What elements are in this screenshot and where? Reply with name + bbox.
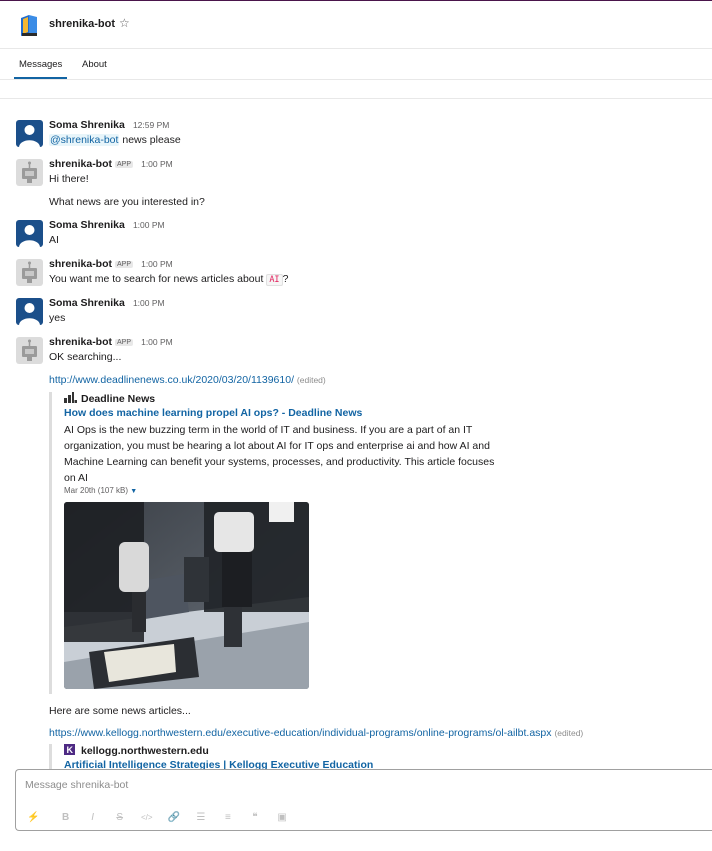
author-name[interactable]: Soma Shrenika xyxy=(49,119,125,131)
message-input[interactable] xyxy=(25,779,665,791)
author-name[interactable]: shrenika-bot xyxy=(49,258,112,270)
svg-text:K: K xyxy=(67,745,74,755)
edited-label: (edited) xyxy=(296,375,326,385)
preview-meta: Mar 20th (107 kB) ▼ xyxy=(64,486,137,495)
user-avatar-icon xyxy=(19,125,40,147)
avatar[interactable] xyxy=(16,337,43,364)
tab-bar: Messages About xyxy=(0,49,712,80)
timestamp[interactable]: 12:59 PM xyxy=(133,120,169,130)
avatar[interactable] xyxy=(16,120,43,147)
timestamp[interactable]: 1:00 PM xyxy=(141,159,173,169)
avatar[interactable] xyxy=(16,298,43,325)
preview-site: Deadline News xyxy=(64,392,155,406)
message-body: ? xyxy=(282,273,289,285)
message-header: shrenika-bot APP 1:00 PM xyxy=(49,258,173,272)
kellogg-icon: K xyxy=(64,744,75,755)
italic-icon[interactable]: I xyxy=(85,810,100,825)
bot-avatar-icon xyxy=(22,339,37,361)
link-icon[interactable]: 🔗 xyxy=(166,810,181,825)
preview-title[interactable]: How does machine learning propel AI ops?… xyxy=(64,407,362,419)
timestamp[interactable]: 1:00 PM xyxy=(141,337,173,347)
author-name[interactable]: shrenika-bot xyxy=(49,336,112,348)
file-meta: Mar 20th (107 kB) xyxy=(64,486,129,495)
edited-label: (edited) xyxy=(554,728,584,738)
blockquote-icon[interactable]: ❝ xyxy=(248,810,263,825)
message-feed[interactable]: Soma Shrenika 12:59 PM @shrenika-bot new… xyxy=(0,99,712,769)
strikethrough-icon[interactable]: S xyxy=(112,810,127,825)
message-text: OK searching... xyxy=(49,351,122,363)
timestamp[interactable]: 1:00 PM xyxy=(141,259,173,269)
site-name: Deadline News xyxy=(81,393,156,405)
preview-image[interactable] xyxy=(64,502,309,689)
author-name[interactable]: Soma Shrenika xyxy=(49,219,125,231)
shortcuts-bolt-icon[interactable]: ⚡ xyxy=(26,810,41,825)
channel-title[interactable]: shrenika-bot xyxy=(49,18,115,30)
message-body: news please xyxy=(119,134,181,146)
avatar[interactable] xyxy=(16,220,43,247)
channel-header: shrenika-bot ☆ xyxy=(0,0,712,49)
chevron-down-icon[interactable]: ▼ xyxy=(130,488,137,495)
message-text: @shrenika-bot news please xyxy=(49,134,181,146)
code-icon[interactable]: </> xyxy=(139,810,154,825)
code-block-icon[interactable]: ▣ xyxy=(275,810,290,825)
app-badge: APP xyxy=(115,339,134,346)
book-logo-icon xyxy=(21,15,37,36)
app-badge: APP xyxy=(115,261,134,268)
site-name: kellogg.northwestern.edu xyxy=(81,745,209,757)
message-text: Hi there! xyxy=(49,173,89,185)
article-link[interactable]: http://www.deadlinenews.co.uk/2020/03/20… xyxy=(49,374,294,386)
bulleted-list-icon[interactable]: ≡ xyxy=(220,810,235,825)
timestamp[interactable]: 1:00 PM xyxy=(133,298,165,308)
ordered-list-icon[interactable]: ☰ xyxy=(193,810,208,825)
message-header: shrenika-bot APP 1:00 PM xyxy=(49,336,173,350)
preview-site: Kkellogg.northwestern.edu xyxy=(64,744,209,758)
preview-description: AI Ops is the new buzzing term in the wo… xyxy=(64,424,495,484)
preview-title[interactable]: Artificial Intelligence Strategies | Kel… xyxy=(64,759,373,769)
message-link-row: http://www.deadlinenews.co.uk/2020/03/20… xyxy=(49,374,326,386)
author-name[interactable]: shrenika-bot xyxy=(49,158,112,170)
link-preview: Kkellogg.northwestern.edu Artificial Int… xyxy=(49,744,509,769)
message-text: You want me to search for news articles … xyxy=(49,273,289,286)
message-link-row: https://www.kellogg.northwestern.edu/exe… xyxy=(49,727,583,739)
active-tab-indicator xyxy=(14,77,67,79)
inline-code: AI xyxy=(266,274,283,286)
message-composer: ⚡ B I S </> 🔗 ☰ ≡ ❝ ▣ xyxy=(15,769,712,831)
bot-avatar-icon xyxy=(22,261,37,283)
link-preview: Deadline News How does machine learning … xyxy=(49,392,509,694)
author-name[interactable]: Soma Shrenika xyxy=(49,297,125,309)
article-link[interactable]: https://www.kellogg.northwestern.edu/exe… xyxy=(49,727,552,739)
timestamp[interactable]: 1:00 PM xyxy=(133,220,165,230)
message-header: Soma Shrenika 12:59 PM xyxy=(49,119,169,133)
robot-arms-photo xyxy=(64,502,309,689)
message-text: Here are some news articles... xyxy=(49,705,191,717)
message-text: AI xyxy=(49,234,59,246)
tab-about[interactable]: About xyxy=(82,59,107,70)
format-toolbar: ⚡ B I S </> 🔗 ☰ ≡ ❝ ▣ xyxy=(26,810,299,826)
message-header: Soma Shrenika 1:00 PM xyxy=(49,297,165,311)
avatar[interactable] xyxy=(16,259,43,286)
app-badge: APP xyxy=(115,161,134,168)
message-header: shrenika-bot APP 1:00 PM xyxy=(49,158,173,172)
bold-icon[interactable]: B xyxy=(58,810,73,825)
tab-messages[interactable]: Messages xyxy=(19,59,62,70)
message-text: What news are you interested in? xyxy=(49,196,205,208)
star-icon[interactable]: ☆ xyxy=(119,16,130,30)
deadline-news-icon xyxy=(64,392,77,403)
bot-avatar-icon xyxy=(22,161,37,183)
user-mention[interactable]: @shrenika-bot xyxy=(49,134,120,146)
avatar[interactable] xyxy=(16,159,43,186)
user-avatar-icon xyxy=(19,225,40,247)
message-text: yes xyxy=(49,312,66,324)
user-avatar-icon xyxy=(19,303,40,325)
message-body: You want me to search for news articles … xyxy=(49,273,267,285)
message-header: Soma Shrenika 1:00 PM xyxy=(49,219,165,233)
